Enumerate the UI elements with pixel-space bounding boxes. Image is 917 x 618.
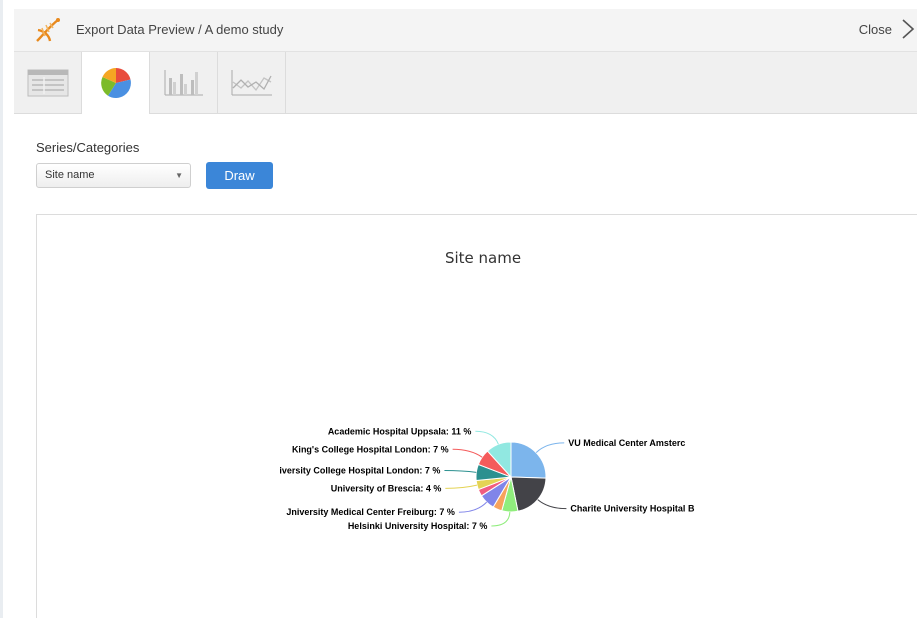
slice-connector bbox=[445, 484, 478, 489]
draw-button[interactable]: Draw bbox=[206, 162, 273, 189]
slice-connector bbox=[535, 442, 565, 454]
slice-label: Charite University Hospital B bbox=[570, 504, 695, 514]
pie-chart: Site name VU Medical Center Amsterc Chari… bbox=[279, 249, 695, 531]
chevron-right-icon[interactable] bbox=[901, 19, 915, 39]
tab-pie-chart[interactable] bbox=[82, 52, 150, 114]
tab-line-chart[interactable] bbox=[218, 52, 286, 113]
slice-label: Jniversity Medical Center Freiburg: 7 % bbox=[286, 507, 455, 517]
close-button[interactable]: Close bbox=[859, 22, 892, 37]
chart-panel: Site name VU Medical Center Amsterc Chari… bbox=[36, 214, 917, 618]
slice-label: iversity College Hospital London: 7 % bbox=[279, 465, 440, 475]
slice-label: University of Brescia: 4 % bbox=[331, 483, 442, 493]
slice-label: Helsinki University Hospital: 7 % bbox=[348, 521, 488, 531]
bar-chart-icon bbox=[164, 69, 203, 95]
dna-logo-icon bbox=[36, 18, 60, 42]
series-select[interactable]: Site name ▼ bbox=[36, 163, 191, 188]
dropdown-arrow-icon: ▼ bbox=[175, 171, 183, 180]
chart-title: Site name bbox=[445, 249, 521, 267]
slice-connector bbox=[491, 511, 511, 527]
slice-connector bbox=[475, 430, 499, 445]
slice-connector bbox=[452, 448, 483, 458]
series-categories-label: Series/Categories bbox=[36, 140, 140, 155]
line-chart-icon bbox=[231, 69, 272, 95]
slice-label: VU Medical Center Amsterc bbox=[568, 438, 685, 448]
window-title: Export Data Preview / A demo study bbox=[76, 22, 284, 37]
slice-label: Academic Hospital Uppsala: 11 % bbox=[328, 426, 472, 436]
table-icon bbox=[27, 69, 68, 96]
slice-label: King's College Hospital London: 7 % bbox=[292, 444, 449, 454]
pie-chart-icon bbox=[100, 68, 131, 98]
tab-table-view[interactable] bbox=[14, 52, 82, 113]
series-select-value: Site name bbox=[45, 169, 95, 181]
view-tab-bar bbox=[14, 52, 917, 114]
tab-bar-chart[interactable] bbox=[150, 52, 218, 113]
slice-connector bbox=[444, 469, 477, 473]
slice-connector bbox=[537, 499, 567, 510]
slice-connector bbox=[458, 501, 488, 513]
left-edge bbox=[0, 0, 3, 618]
title-bar: Export Data Preview / A demo study Close bbox=[14, 9, 917, 52]
pie-slice[interactable] bbox=[510, 441, 547, 479]
